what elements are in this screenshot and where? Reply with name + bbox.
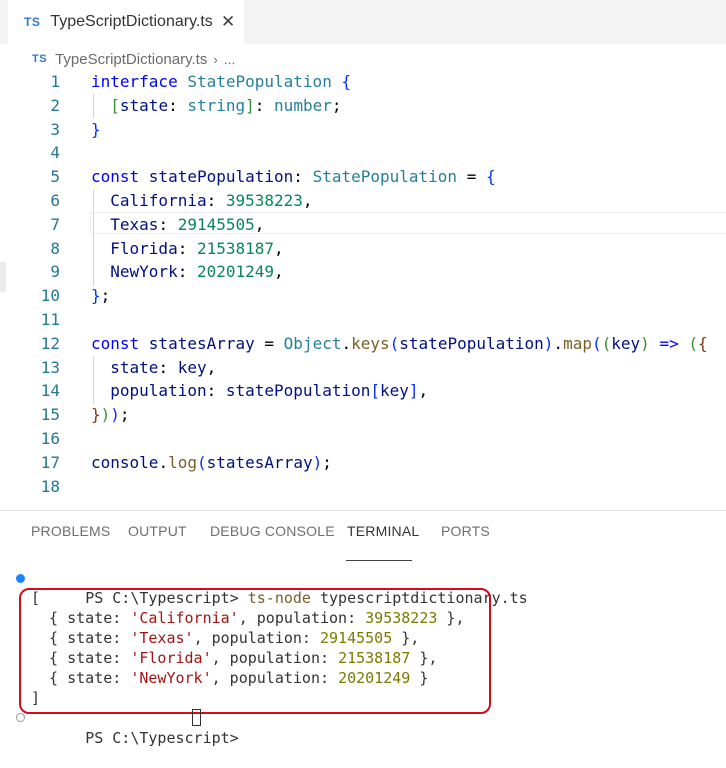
close-icon[interactable]: ✕ [221,12,235,32]
line-number: 16 [40,429,60,448]
code-line: 12 const statesArray = Object.keys(stateP… [0,332,726,356]
line-number: 1 [50,72,60,91]
code-line: 5 const statePopulation: StatePopulation … [0,165,726,189]
code-text: Texas: 29145505, [110,214,265,234]
line-number: 17 [40,452,60,472]
code-line: 1 interface StatePopulation { [0,70,726,94]
code-editor[interactable]: 1 interface StatePopulation { 2 [state: st… [0,70,726,510]
code-line: 11 [0,308,726,332]
tab-problems[interactable]: PROBLEMS [31,523,110,539]
line-number: 11 [40,310,60,329]
code-line: 13 state: key, [0,356,726,380]
terminal-command-line: PS C:\Typescript> ts-node typescriptdict… [31,568,528,607]
command-success-dot-icon [16,574,25,583]
code-line: 2 [state: string]: number; [0,94,726,118]
code-line: 16 [0,427,726,451]
code-line: 6 California: 39538223, [0,189,726,213]
code-text: NewYork: 20201249, [110,262,284,282]
panel-tabs: PROBLEMS OUTPUT DEBUG CONSOLE TERMINAL P… [0,523,726,561]
breadcrumb-more[interactable]: ... [224,51,236,67]
code-line: 14 population: statePopulation[key], [0,379,726,403]
code-line: 10}; [0,284,726,308]
code-line: 9 NewYork: 20201249, [0,260,726,284]
tab-title: TypeScriptDictionary.ts [50,13,213,30]
code-text: } [91,119,101,139]
code-text: [state: string]: number; [110,95,342,115]
line-number: 10 [40,286,60,306]
tab-debug-console[interactable]: DEBUG CONSOLE [210,523,335,539]
code-text: }; [91,286,111,306]
line-number: 13 [40,357,60,377]
code-text: console.log(statesArray); [91,452,332,472]
code-text: California: 39538223, [110,191,313,210]
editor-tab-bar: TS TypeScriptDictionary.ts ✕ [0,0,726,44]
code-line: 3} [0,118,726,142]
terminal-cursor [192,709,201,726]
code-line: 4 [0,141,726,165]
active-tab-indicator [346,560,412,561]
code-line: 8 Florida: 21538187, [0,237,726,261]
code-text: population: statePopulation[key], [110,381,429,401]
code-text: const statesArray = Object.keys(statePop… [91,333,708,353]
tab-output[interactable]: OUTPUT [128,523,187,539]
bottom-panel: PROBLEMS OUTPUT DEBUG CONSOLE TERMINAL P… [0,510,726,747]
code-text: Florida: 21538187, [110,238,284,258]
line-number: 5 [50,167,60,187]
code-line: 17 console.log(statesArray); [0,451,726,475]
line-number: 2 [50,95,60,115]
breadcrumb-file[interactable]: TypeScriptDictionary.ts [55,51,207,68]
chevron-right-icon: › [213,51,218,67]
idle-prompt-dot-icon [16,713,25,722]
line-number: 8 [50,238,60,258]
highlight-box [19,588,491,714]
line-number: 14 [40,381,60,401]
code-line: 15})); [0,403,726,427]
line-number: 18 [40,476,60,496]
tab-typescriptdictionary[interactable]: TS TypeScriptDictionary.ts ✕ [8,0,244,44]
typescript-file-icon: TS [24,15,41,29]
tab-terminal[interactable]: TERMINAL [347,523,419,539]
line-number: 12 [40,333,60,353]
line-number: 9 [50,262,60,282]
tab-ports[interactable]: PORTS [441,523,490,539]
typescript-file-icon: TS [32,53,48,65]
code-line: 18 [0,475,726,499]
line-number: 4 [50,143,60,163]
line-number: 15 [40,405,60,425]
line-number: 7 [50,214,60,234]
code-line: 7 Texas: 29145505, [0,213,726,237]
breadcrumb: TS TypeScriptDictionary.ts › ... [0,48,235,70]
line-number: 6 [50,191,60,210]
code-text: })); [91,405,130,425]
code-text: state: key, [110,357,217,377]
code-text: const statePopulation: StatePopulation =… [91,167,496,187]
line-number: 3 [50,119,60,139]
terminal-prompt: PS C:\Typescript> [85,729,239,747]
terminal-idle-prompt[interactable]: PS C:\Typescript> [31,708,239,747]
code-text: interface StatePopulation { [91,72,352,91]
